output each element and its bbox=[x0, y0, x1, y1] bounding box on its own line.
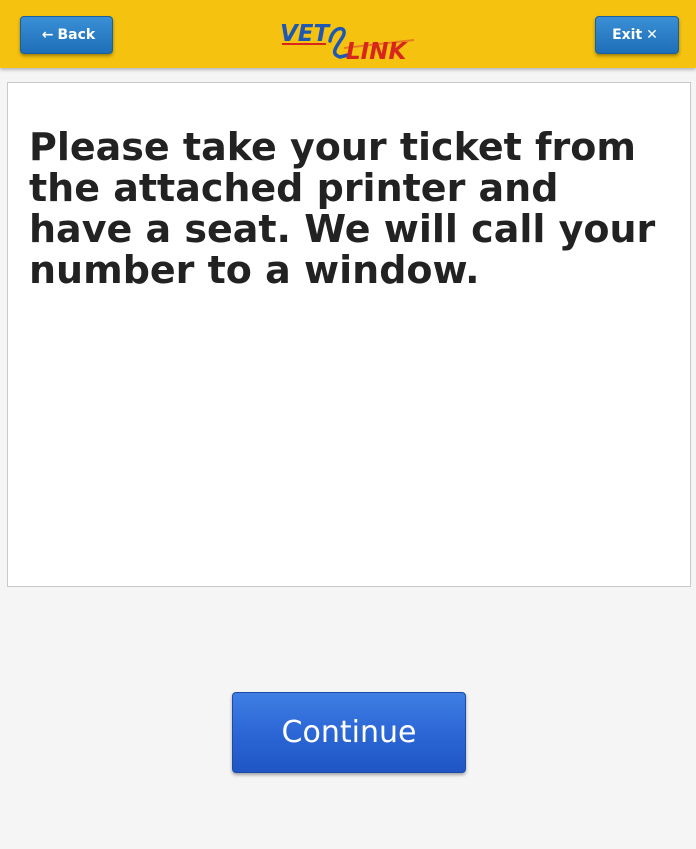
vet-link-logo: VET LINK bbox=[280, 21, 415, 62]
exit-button[interactable]: Exit ✕ bbox=[595, 16, 679, 54]
header-bar: ← Back VET LINK Exit ✕ bbox=[0, 0, 696, 68]
message-panel: Please take your ticket from the attache… bbox=[7, 82, 691, 587]
instruction-message: Please take your ticket from the attache… bbox=[29, 125, 656, 292]
continue-button[interactable]: Continue bbox=[232, 692, 466, 773]
arrow-left-icon: ← bbox=[41, 27, 54, 43]
exit-button-label: Exit bbox=[612, 27, 643, 43]
back-button-label: Back bbox=[57, 27, 96, 43]
close-icon: ✕ bbox=[646, 27, 658, 43]
logo-text-link: LINK bbox=[346, 39, 408, 62]
back-button[interactable]: ← Back bbox=[20, 16, 113, 54]
continue-button-label: Continue bbox=[281, 715, 417, 750]
